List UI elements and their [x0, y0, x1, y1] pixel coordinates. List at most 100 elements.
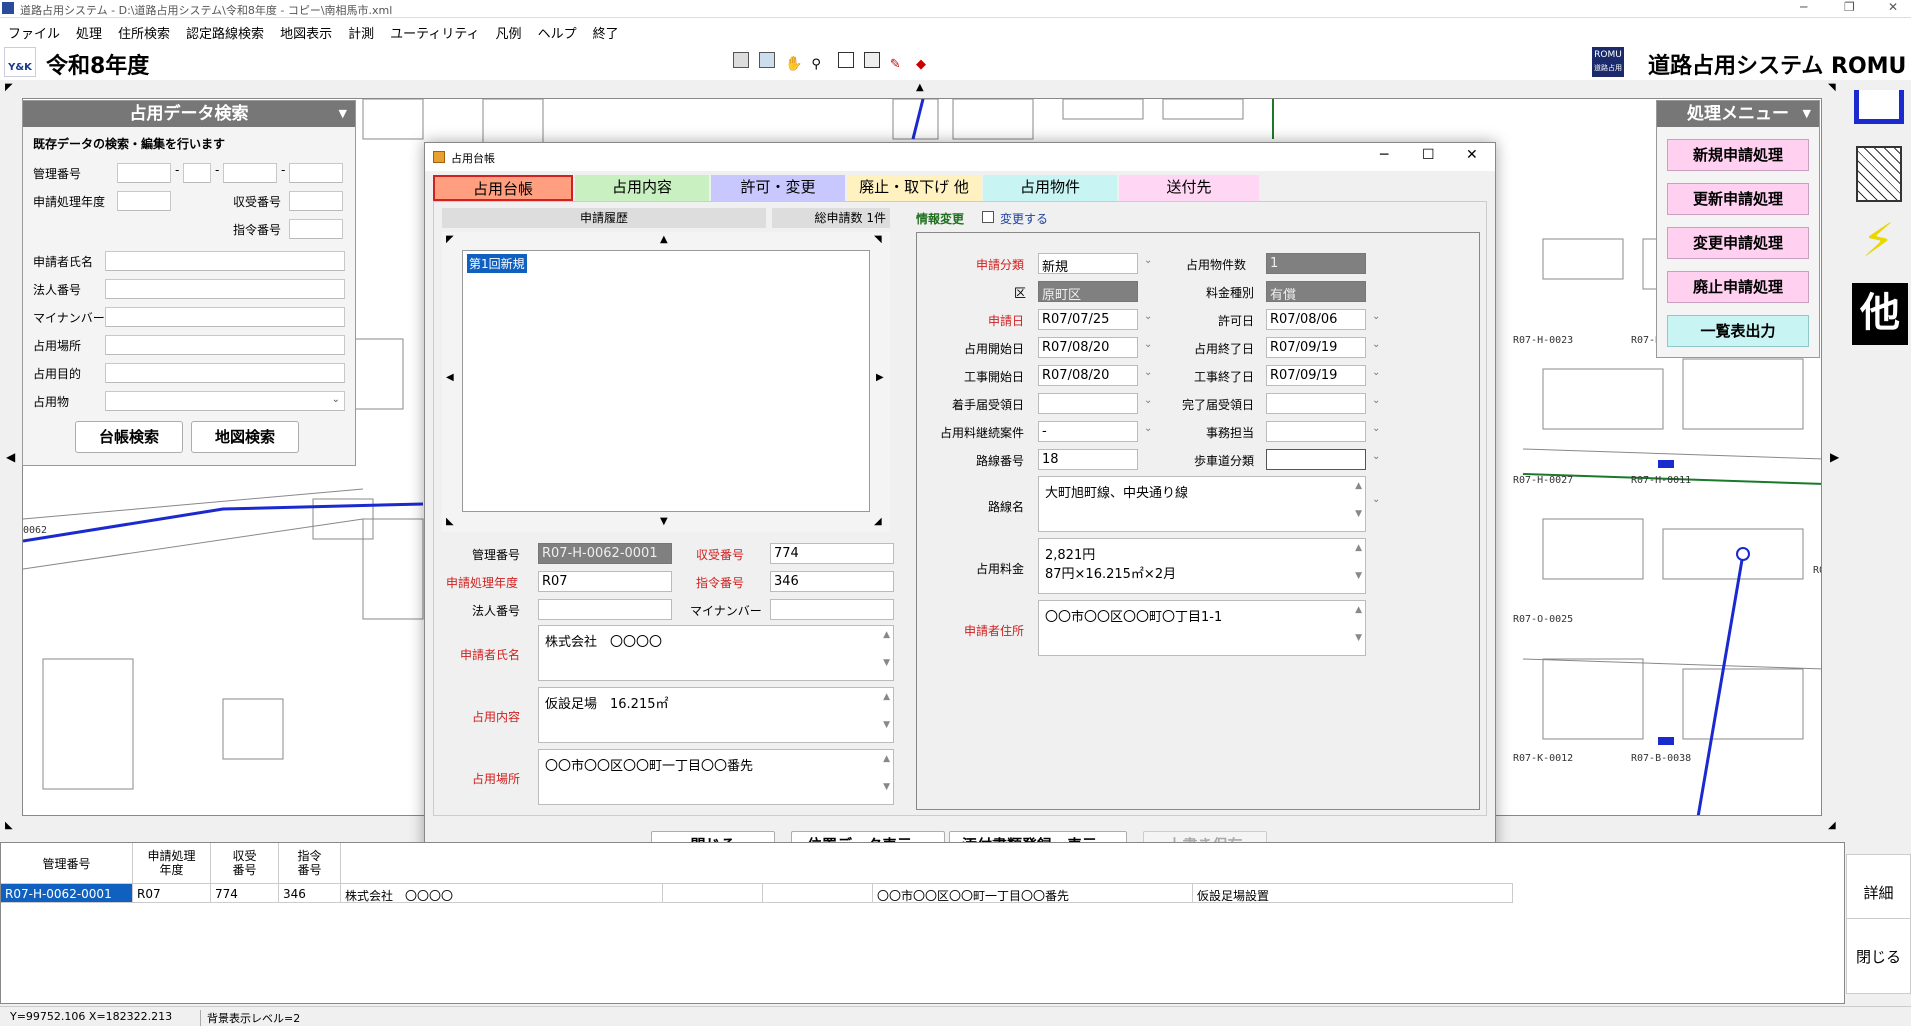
mynumber-input[interactable] — [105, 307, 345, 327]
menu-utility[interactable]: ユーティリティ — [382, 18, 487, 42]
hist-up-icon[interactable]: ▲ — [660, 234, 668, 245]
nendo-input[interactable] — [117, 191, 171, 211]
change-checkbox-label[interactable]: 変更する — [1000, 210, 1048, 227]
nendo-value[interactable]: R07 — [538, 571, 672, 592]
renewal-application-button[interactable]: 更新申請処理 — [1667, 183, 1809, 215]
menu-help[interactable]: ヘルプ — [530, 18, 585, 42]
new-application-button[interactable]: 新規申請処理 — [1667, 139, 1809, 171]
kanri-input-3[interactable] — [223, 163, 277, 183]
change-checkbox[interactable] — [982, 211, 994, 223]
kyokabi-value[interactable]: R07/08/06 — [1266, 309, 1366, 330]
menu-legend[interactable]: 凡例 — [488, 18, 530, 42]
abolish-application-button[interactable]: 廃止申請処理 — [1667, 271, 1809, 303]
map-label[interactable]: R07-O-0025 — [1513, 614, 1573, 625]
table-cell[interactable]: 346 — [279, 883, 341, 903]
chevron-down-icon[interactable]: ⌄ — [1372, 311, 1380, 322]
senyoryo-textarea[interactable]: 2,821円 87円×16.215㎡×2月 ▲ ▼ — [1038, 538, 1366, 594]
print-icon[interactable] — [733, 52, 749, 68]
jusho-textarea[interactable]: 〇〇市〇〇区〇〇町〇丁目1-1 ▲ ▼ — [1038, 600, 1366, 656]
corner-ne-icon[interactable]: ◥ — [1828, 82, 1836, 93]
zoom-fit-icon[interactable] — [863, 52, 880, 68]
hist-corner-nw-icon[interactable]: ◤ — [446, 234, 454, 245]
hist-corner-sw-icon[interactable]: ◣ — [446, 516, 454, 527]
scroll-up-icon[interactable]: ▲ — [916, 82, 924, 93]
tab-destination[interactable]: 送付先 — [1119, 175, 1259, 201]
menu-file[interactable]: ファイル — [0, 18, 68, 42]
naiyo-textarea[interactable]: 仮設足場 16.215㎡ ▲ ▼ — [538, 687, 894, 743]
hist-corner-se-icon[interactable]: ◢ — [874, 516, 882, 527]
map-label[interactable]: 0062 — [23, 525, 47, 536]
change-application-button[interactable]: 変更申請処理 — [1667, 227, 1809, 259]
menu-route-search[interactable]: 認定路線検索 — [178, 18, 272, 42]
close-icon[interactable]: ✕ — [1888, 0, 1898, 14]
hojin-value[interactable] — [538, 599, 672, 620]
chevron-down-icon[interactable]: ⌄ — [1372, 423, 1380, 434]
shinseibi-value[interactable]: R07/07/25 — [1038, 309, 1138, 330]
shirei-value[interactable]: 346 — [770, 571, 894, 592]
corner-se-icon[interactable]: ◢ — [1828, 820, 1836, 831]
lightning-icon[interactable]: ⚡ — [1862, 210, 1894, 270]
koji-kaishi-value[interactable]: R07/08/20 — [1038, 365, 1138, 386]
chevron-down-icon[interactable]: ⌄ — [1372, 339, 1380, 350]
chevron-down-icon[interactable]: ⌄ — [1372, 367, 1380, 378]
search-panel-header[interactable]: 占用データ検索 ▼ — [23, 101, 355, 127]
corner-sw-icon[interactable]: ◣ — [5, 820, 13, 831]
hist-right-icon[interactable]: ▶ — [876, 372, 884, 383]
tab-ledger[interactable]: 占用台帳 — [433, 175, 573, 201]
restore-icon[interactable]: ❐ — [1844, 0, 1855, 14]
chevron-down-icon[interactable]: ⌄ — [1372, 494, 1380, 505]
map-label[interactable]: R0 — [1813, 565, 1821, 576]
print-map-icon[interactable] — [759, 52, 776, 68]
process-menu-header[interactable]: 処理メニュー ▼ — [1657, 101, 1819, 127]
table-cell[interactable]: 株式会社 〇〇〇〇 — [341, 883, 663, 903]
hojin-input[interactable] — [105, 279, 345, 299]
menu-address-search[interactable]: 住所検索 — [110, 18, 178, 42]
marker-icon[interactable]: ✎ — [890, 57, 906, 73]
table-cell[interactable]: 仮設足場設置 — [1193, 883, 1513, 903]
mokuteki-input[interactable] — [105, 363, 345, 383]
map-label[interactable]: R07-K-0012 — [1513, 753, 1573, 764]
table-cell[interactable]: R07 — [133, 883, 211, 903]
map-label[interactable]: R07-H-0011 — [1631, 475, 1691, 486]
map-label[interactable]: R07-B-0038 — [1631, 753, 1691, 764]
pin-icon[interactable]: ◆ — [916, 57, 932, 73]
bed-icon[interactable] — [1854, 90, 1904, 124]
menu-exit[interactable]: 終了 — [585, 18, 627, 42]
dialog-maximize-icon[interactable]: ☐ — [1422, 147, 1435, 163]
scaffold-icon[interactable] — [1856, 146, 1902, 202]
grid-header[interactable]: 収受 番号 — [211, 843, 279, 883]
kanri-input-4[interactable] — [289, 163, 343, 183]
history-list[interactable]: 第1回新規 — [462, 250, 870, 512]
menu-map-display[interactable]: 地図表示 — [272, 18, 340, 42]
zoom-icon[interactable]: ⚲ — [811, 57, 827, 73]
basho-input[interactable] — [105, 335, 345, 355]
chevron-down-icon[interactable]: ⌄ — [1144, 311, 1152, 322]
close-side-button[interactable]: 閉じる — [1846, 918, 1911, 994]
hodo-select[interactable] — [1266, 449, 1366, 470]
rosen-mei-textarea[interactable]: 大町旭町線、中央通り線 ▲ ▼ — [1038, 476, 1366, 532]
kaishi-value[interactable]: R07/08/20 — [1038, 337, 1138, 358]
other-icon[interactable]: 他 — [1852, 283, 1908, 345]
scroll-left-icon[interactable]: ◀ — [6, 450, 15, 464]
grid-header[interactable]: 管理番号 — [1, 843, 133, 883]
kanryo-value[interactable] — [1266, 393, 1366, 414]
chevron-down-icon[interactable]: ⌄ — [1372, 451, 1380, 462]
list-output-button[interactable]: 一覧表出力 — [1667, 315, 1809, 347]
chevron-down-icon[interactable]: ⌄ — [1144, 395, 1152, 406]
kanri-input-1[interactable] — [117, 163, 171, 183]
shimei-input[interactable] — [105, 251, 345, 271]
tab-property[interactable]: 占用物件 — [983, 175, 1117, 201]
jimu-select[interactable] — [1266, 421, 1366, 442]
shirei-input[interactable] — [289, 219, 343, 239]
map-search-button[interactable]: 地図検索 — [191, 421, 299, 453]
shimei-textarea[interactable]: 株式会社 〇〇〇〇 ▲ ▼ — [538, 625, 894, 681]
menu-process[interactable]: 処理 — [68, 18, 110, 42]
table-cell[interactable]: R07-H-0062-0001 — [1, 883, 133, 903]
map-label[interactable]: R07-H-0023 — [1513, 335, 1573, 346]
hist-down-icon[interactable]: ▼ — [660, 516, 668, 527]
bukken-select[interactable]: ⌄ — [105, 391, 345, 411]
chakushu-value[interactable] — [1038, 393, 1138, 414]
table-cell[interactable] — [663, 883, 763, 903]
chevron-down-icon[interactable]: ⌄ — [1144, 255, 1152, 266]
kanri-input-2[interactable] — [183, 163, 211, 183]
